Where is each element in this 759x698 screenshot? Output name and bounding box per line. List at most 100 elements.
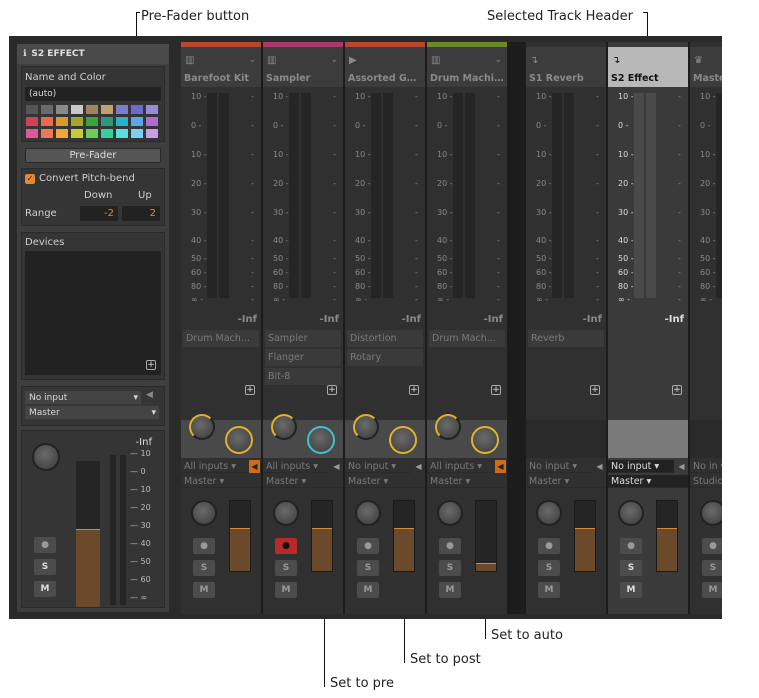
add-device-icon[interactable]: + xyxy=(590,385,600,395)
add-device-icon[interactable]: + xyxy=(409,385,419,395)
device-slot[interactable]: Bit-8 xyxy=(265,368,341,385)
color-swatch[interactable] xyxy=(101,129,113,138)
send-knob-s1[interactable] xyxy=(353,414,379,440)
record-arm-button[interactable]: ● xyxy=(275,538,297,554)
track-output-select[interactable]: Master ▾ xyxy=(526,475,606,488)
speaker-icon[interactable]: ◀ xyxy=(146,390,153,400)
color-swatch[interactable] xyxy=(116,105,128,114)
track-header[interactable]: ↴ S1 Reverb xyxy=(526,47,606,87)
inspector-mute-button[interactable]: M xyxy=(34,581,56,597)
solo-button[interactable]: S xyxy=(193,560,215,576)
solo-button[interactable]: S xyxy=(538,560,560,576)
track-input-select[interactable]: All inputs ▾ xyxy=(181,460,247,473)
volume-fader[interactable] xyxy=(393,500,415,572)
track-input-select[interactable]: No input ▾ xyxy=(608,460,674,473)
mute-button[interactable]: M xyxy=(193,582,215,598)
add-device-icon[interactable]: + xyxy=(327,385,337,395)
color-swatch[interactable] xyxy=(146,117,158,126)
device-slot[interactable]: Distortion xyxy=(347,330,423,347)
pan-knob[interactable] xyxy=(536,500,562,526)
color-swatch[interactable] xyxy=(41,105,53,114)
track-input-select[interactable]: No input ▾ xyxy=(345,460,411,473)
mute-button[interactable]: M xyxy=(620,582,642,598)
add-device-icon[interactable]: + xyxy=(245,385,255,395)
track-header[interactable]: ♛ Master xyxy=(690,47,722,87)
color-swatch[interactable] xyxy=(116,129,128,138)
device-slot[interactable]: Rotary xyxy=(347,349,423,366)
inspector-record-button[interactable]: ● xyxy=(34,537,56,553)
inspector-solo-button[interactable]: S xyxy=(34,559,56,575)
record-arm-button[interactable]: ● xyxy=(620,538,642,554)
track-name-field[interactable]: (auto) xyxy=(25,87,161,101)
inspector-input-select[interactable]: No input ▾ xyxy=(25,391,141,404)
range-down-field[interactable]: -2 xyxy=(80,206,118,221)
chevron-down-icon[interactable]: ⌄ xyxy=(494,55,502,65)
color-swatch[interactable] xyxy=(56,117,68,126)
color-swatch[interactable] xyxy=(131,105,143,114)
track-header[interactable]: ↴ S2 Effect xyxy=(608,47,688,87)
pan-knob[interactable] xyxy=(273,500,299,526)
mute-button[interactable]: M xyxy=(538,582,560,598)
track-header[interactable]: ▶ Assorted Go... xyxy=(345,47,425,87)
inspector-fader[interactable] xyxy=(76,461,100,607)
color-swatch[interactable] xyxy=(71,105,83,114)
track-output-select[interactable]: Master ▾ xyxy=(181,475,261,488)
device-slot[interactable]: Drum Mach... xyxy=(429,330,505,347)
range-up-field[interactable]: 2 xyxy=(122,206,160,221)
send-knob-s1[interactable] xyxy=(189,414,215,440)
chevron-down-icon[interactable]: ⌄ xyxy=(330,55,338,65)
color-swatch[interactable] xyxy=(131,129,143,138)
color-swatch[interactable] xyxy=(41,129,53,138)
add-device-icon[interactable]: + xyxy=(146,360,156,370)
pan-knob[interactable] xyxy=(618,500,644,526)
add-device-icon[interactable]: + xyxy=(491,385,501,395)
monitor-speaker-icon[interactable]: ◀ xyxy=(249,460,260,473)
record-arm-button[interactable]: ● xyxy=(538,538,560,554)
record-arm-button[interactable]: ● xyxy=(702,538,722,554)
color-swatch[interactable] xyxy=(86,105,98,114)
color-swatch[interactable] xyxy=(146,105,158,114)
solo-button[interactable]: S xyxy=(439,560,461,576)
track-output-select[interactable]: Master ▾ xyxy=(263,475,343,488)
add-device-icon[interactable]: + xyxy=(672,385,682,395)
mute-button[interactable]: M xyxy=(275,582,297,598)
color-swatch[interactable] xyxy=(86,117,98,126)
color-swatch[interactable] xyxy=(26,129,38,138)
solo-button[interactable]: S xyxy=(620,560,642,576)
monitor-speaker-icon[interactable]: ◀ xyxy=(495,460,506,473)
monitor-speaker-icon[interactable]: ◀ xyxy=(331,460,342,473)
color-swatch[interactable] xyxy=(41,117,53,126)
volume-fader[interactable] xyxy=(574,500,596,572)
device-slot[interactable]: Drum Mach... xyxy=(183,330,259,347)
track-output-select[interactable]: Master ▾ xyxy=(427,475,507,488)
send-knob-s2-auto[interactable] xyxy=(471,426,499,454)
pre-fader-button[interactable]: Pre-Fader xyxy=(25,148,161,163)
mute-button[interactable]: M xyxy=(357,582,379,598)
inspector-pan-knob[interactable] xyxy=(32,443,60,471)
send-knob-s2-pre[interactable] xyxy=(307,426,335,454)
color-swatch[interactable] xyxy=(86,129,98,138)
track-output-select[interactable]: Studio ▾ xyxy=(690,475,722,488)
convert-pitch-bend-checkbox[interactable]: ✓ xyxy=(25,174,35,184)
volume-fader[interactable] xyxy=(475,500,497,572)
track-header[interactable]: ▥ ⌄ Barefoot Kit xyxy=(181,47,261,87)
pan-knob[interactable] xyxy=(437,500,463,526)
track-input-select[interactable]: No in ▾ xyxy=(690,460,722,473)
device-slot[interactable]: Flanger xyxy=(265,349,341,366)
solo-button[interactable]: S xyxy=(357,560,379,576)
track-output-select[interactable]: Master ▾ xyxy=(345,475,425,488)
track-input-select[interactable]: No input ▾ xyxy=(526,460,592,473)
color-swatch[interactable] xyxy=(71,129,83,138)
monitor-speaker-icon[interactable]: ◀ xyxy=(413,460,424,473)
color-swatch[interactable] xyxy=(26,105,38,114)
solo-button[interactable]: S xyxy=(702,560,722,576)
color-swatch[interactable] xyxy=(146,129,158,138)
track-output-select[interactable]: Master ▾ xyxy=(608,475,688,488)
track-input-select[interactable]: All inputs ▾ xyxy=(263,460,329,473)
color-swatch[interactable] xyxy=(101,117,113,126)
volume-fader[interactable] xyxy=(656,500,678,572)
volume-fader[interactable] xyxy=(229,500,251,572)
mute-button[interactable]: M xyxy=(702,582,722,598)
color-swatch[interactable] xyxy=(56,129,68,138)
device-slot[interactable]: Reverb xyxy=(528,330,604,347)
